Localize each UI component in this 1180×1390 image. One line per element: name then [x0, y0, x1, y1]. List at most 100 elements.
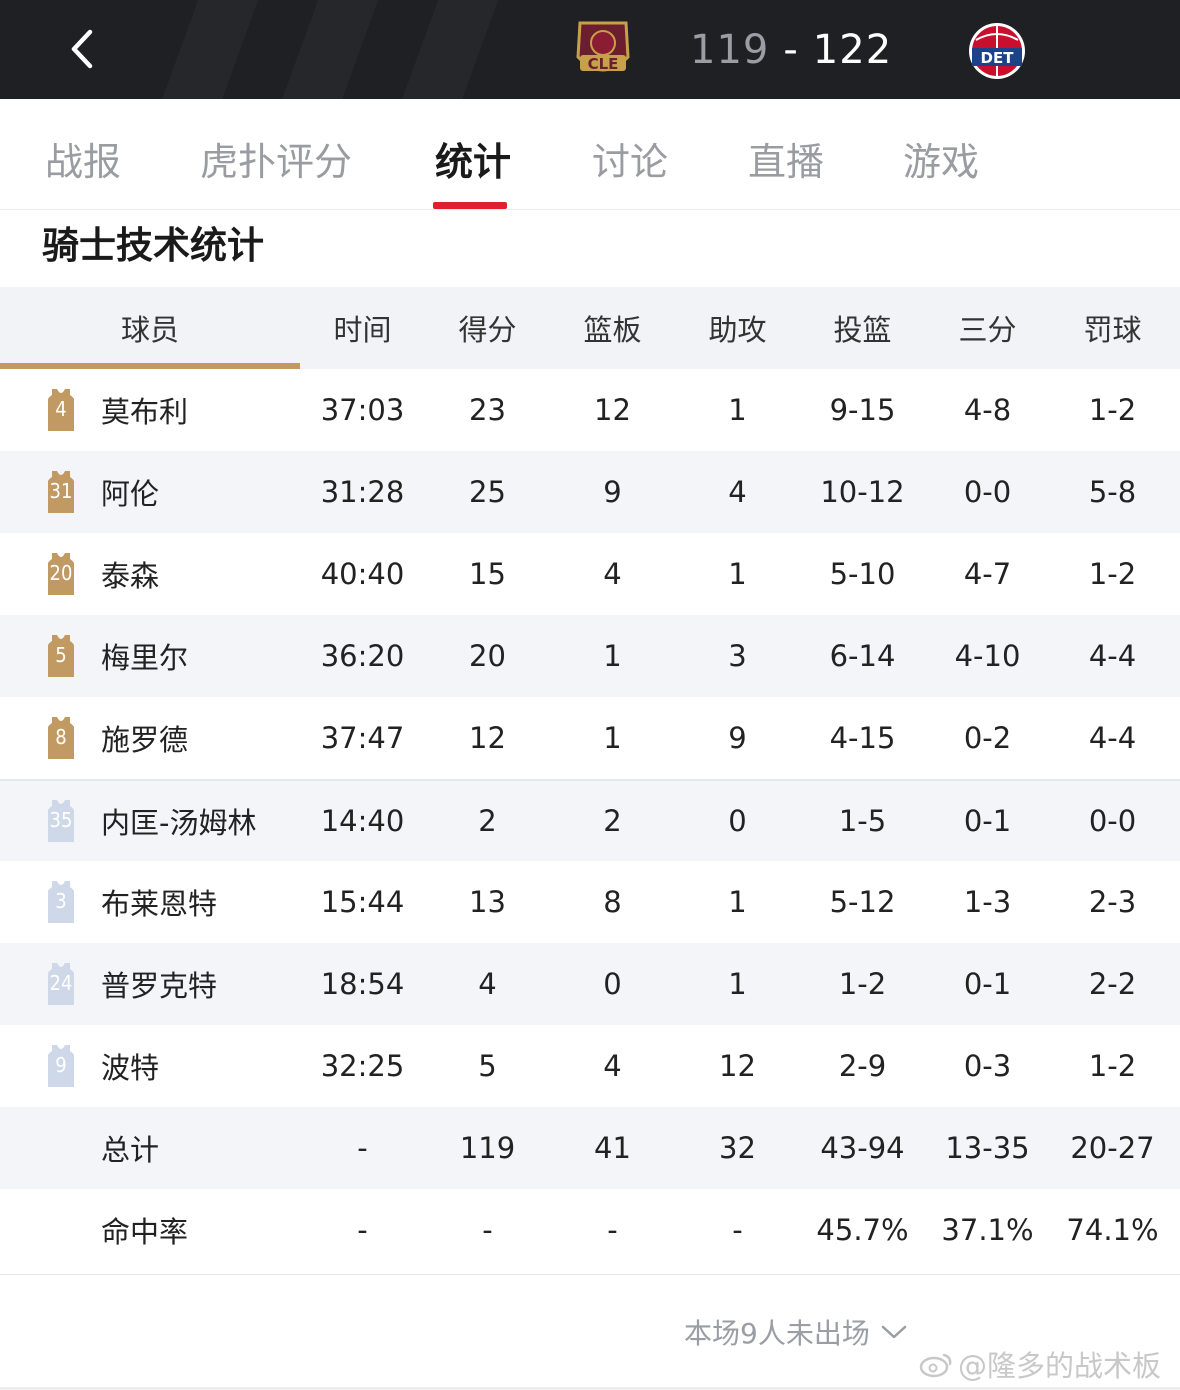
column-header-player[interactable]: 球员 [0, 287, 300, 369]
cell-free-throws: 1-2 [1088, 557, 1137, 591]
table-row[interactable]: 8 施罗德 37:47 12 1 9 4-15 0-2 4-4 [0, 697, 1180, 779]
player-cell[interactable]: 24 普罗克特 [0, 943, 300, 1025]
scoreboard: 119 - 122 [690, 24, 892, 76]
table-row[interactable]: 3 布莱恩特 15:44 13 8 1 5-12 1-3 2-3 [0, 861, 1180, 943]
cell-three-pointers: 4-10 [954, 639, 1021, 673]
svg-text:CLE: CLE [588, 55, 619, 73]
cell-rebounds: 9 [603, 475, 622, 509]
tab-games[interactable]: 游戏 [903, 131, 979, 186]
cell-assists: 1 [728, 885, 747, 919]
table-row[interactable]: 35 内匡-汤姆林 14:40 2 2 0 1-5 0-1 0-0 [0, 779, 1180, 861]
table-row[interactable]: 20 泰森 40:40 15 4 1 5-10 4-7 1-2 [0, 533, 1180, 615]
dnp-toggle[interactable]: 本场9人未出场 [684, 1312, 908, 1352]
cell-assists: 32 [719, 1131, 756, 1165]
tab-bar: 战报 虎扑评分 统计 讨论 直播 游戏 [0, 99, 1180, 210]
jersey-number: 35 [49, 808, 73, 832]
jersey-icon: 31 [43, 471, 79, 513]
svg-text:DET: DET [981, 49, 1015, 67]
player-cell[interactable]: 20 泰森 [0, 533, 300, 615]
cell-field-goals: 1-5 [838, 804, 887, 838]
cell-free-throws: 74.1% [1066, 1213, 1159, 1247]
player-name[interactable]: 阿伦 [101, 471, 159, 513]
column-header-assists[interactable]: 助攻 [675, 287, 800, 369]
column-header-three-pointers[interactable]: 三分 [925, 287, 1050, 369]
cell-minutes: 18:54 [320, 967, 405, 1001]
player-name[interactable]: 梅里尔 [101, 635, 188, 677]
cell-rebounds: 4 [603, 557, 622, 591]
jersey-number: 20 [49, 561, 73, 585]
cell-three-pointers: 0-1 [963, 804, 1012, 838]
tab-stats[interactable]: 统计 [435, 131, 511, 186]
cell-free-throws: 1-2 [1088, 1049, 1137, 1083]
cell-field-goals: 6-14 [829, 639, 896, 673]
column-header-free-throws[interactable]: 罚球 [1050, 287, 1175, 369]
player-cell[interactable]: 4 莫布利 [0, 369, 300, 451]
cell-assists: 0 [728, 804, 747, 838]
player-cell[interactable]: 9 波特 [0, 1025, 300, 1107]
cell-free-throws: 2-2 [1088, 967, 1137, 1001]
game-header: CLE 119 - 122 DET [0, 0, 1180, 99]
column-header-rebounds[interactable]: 篮板 [550, 287, 675, 369]
cell-points: 25 [469, 475, 506, 509]
cell-assists: 3 [728, 639, 747, 673]
player-name[interactable]: 施罗德 [101, 717, 188, 759]
player-name[interactable]: 泰森 [101, 553, 159, 595]
player-name[interactable]: 内匡-汤姆林 [101, 800, 256, 842]
cell-minutes: - [357, 1213, 368, 1247]
cell-rebounds: 2 [603, 804, 622, 838]
cell-three-pointers: 1-3 [963, 885, 1012, 919]
cell-assists: 1 [728, 557, 747, 591]
cell-free-throws: 1-2 [1088, 393, 1137, 427]
table-row[interactable]: 9 波特 32:25 5 4 12 2-9 0-3 1-2 [0, 1025, 1180, 1107]
tab-report[interactable]: 战报 [45, 131, 121, 186]
cell-rebounds: 1 [603, 639, 622, 673]
player-name[interactable]: 波特 [101, 1045, 159, 1087]
cell-points: 20 [469, 639, 506, 673]
cell-three-pointers: 37.1% [941, 1213, 1034, 1247]
divider [0, 1274, 1180, 1275]
jersey-number: 5 [55, 643, 67, 667]
cell-rebounds: - [607, 1213, 618, 1247]
jersey-icon: 20 [43, 553, 79, 595]
cell-rebounds: 4 [603, 1049, 622, 1083]
summary-label-cell: 总计 [0, 1107, 300, 1189]
cell-points: 5 [478, 1049, 497, 1083]
header-decoration [394, 0, 506, 99]
table-row[interactable]: 31 阿伦 31:28 25 9 4 10-12 0-0 5-8 [0, 451, 1180, 533]
cell-field-goals: 5-10 [829, 557, 896, 591]
tab-discussion[interactable]: 讨论 [592, 131, 668, 186]
cell-points: 4 [478, 967, 497, 1001]
cell-rebounds: 1 [603, 721, 622, 755]
player-name[interactable]: 布莱恩特 [101, 881, 217, 923]
pistons-logo[interactable]: DET [966, 18, 1028, 84]
summary-label: 命中率 [101, 1215, 189, 1249]
cell-field-goals: 43-94 [820, 1131, 905, 1165]
player-cell[interactable]: 31 阿伦 [0, 451, 300, 533]
player-cell[interactable]: 3 布莱恩特 [0, 861, 300, 943]
cell-points: 15 [469, 557, 506, 591]
table-row[interactable]: 5 梅里尔 36:20 20 1 3 6-14 4-10 4-4 [0, 615, 1180, 697]
cell-minutes: 14:40 [320, 804, 405, 838]
back-button[interactable] [62, 22, 106, 76]
tab-ratings[interactable]: 虎扑评分 [200, 131, 352, 186]
cavaliers-logo[interactable]: CLE [572, 17, 634, 83]
player-name[interactable]: 莫布利 [101, 389, 188, 431]
header-decoration [274, 0, 386, 99]
column-header-field-goals[interactable]: 投篮 [800, 287, 925, 369]
jersey-icon: 9 [43, 1045, 79, 1087]
cell-assists: 9 [728, 721, 747, 755]
player-cell[interactable]: 5 梅里尔 [0, 615, 300, 697]
cell-rebounds: 41 [594, 1131, 631, 1165]
cell-three-pointers: 4-7 [963, 557, 1012, 591]
player-name[interactable]: 普罗克特 [101, 963, 217, 1005]
table-row[interactable]: 4 莫布利 37:03 23 12 1 9-15 4-8 1-2 [0, 369, 1180, 451]
column-header-minutes[interactable]: 时间 [300, 287, 425, 369]
player-cell[interactable]: 8 施罗德 [0, 697, 300, 779]
jersey-number: 24 [49, 971, 73, 995]
column-header-points[interactable]: 得分 [425, 287, 550, 369]
player-cell[interactable]: 35 内匡-汤姆林 [0, 781, 300, 861]
cell-assists: 1 [728, 967, 747, 1001]
cell-field-goals: 2-9 [838, 1049, 887, 1083]
tab-live[interactable]: 直播 [748, 131, 824, 186]
table-row[interactable]: 24 普罗克特 18:54 4 0 1 1-2 0-1 2-2 [0, 943, 1180, 1025]
